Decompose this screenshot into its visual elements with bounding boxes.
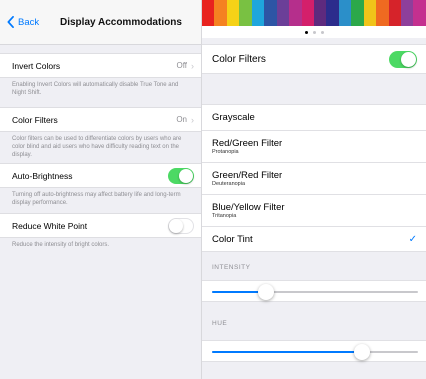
filter-option-title: Red/Green Filter <box>212 137 283 149</box>
color-stripe <box>202 0 215 26</box>
color-stripe <box>264 0 277 26</box>
invert-colors-footer: Enabling Invert Colors will automaticall… <box>12 82 179 96</box>
color-filters-switch-label: Color Filters <box>212 53 266 65</box>
color-stripe <box>251 0 265 26</box>
color-stripe <box>351 0 364 26</box>
hue-slider[interactable] <box>202 340 426 362</box>
auto-brightness-footer: Turning off auto-brightness may affect b… <box>12 192 181 206</box>
filter-option-green-red[interactable]: Green/Red Filter Deuteranopia <box>202 163 426 195</box>
page-dot[interactable] <box>304 30 308 34</box>
invert-colors-row[interactable]: Invert Colors Off › <box>0 53 201 78</box>
intensity-slider[interactable] <box>202 280 426 302</box>
invert-colors-label: Invert Colors <box>12 60 61 71</box>
hue-slider-thumb[interactable] <box>354 344 371 360</box>
intensity-slider-thumb[interactable] <box>257 284 274 300</box>
filter-option-subtitle: Tritanopia <box>212 212 237 219</box>
color-stripe <box>413 0 426 26</box>
filter-option-title: Blue/Yellow Filter <box>212 201 285 213</box>
color-stripe <box>326 0 339 26</box>
chevron-right-icon: › <box>191 114 194 125</box>
color-stripe <box>276 0 290 26</box>
color-stripe <box>401 0 414 26</box>
filter-option-color-tint[interactable]: Color Tint ✓ <box>202 227 426 252</box>
page-title: Display Accommodations <box>60 16 182 28</box>
checkmark-icon: ✓ <box>408 233 417 245</box>
color-filters-panel: Color Filters Grayscale Red/Green Filter… <box>201 0 426 379</box>
color-stripe <box>289 0 302 26</box>
color-stripe <box>214 0 227 26</box>
reduce-white-point-label: Reduce White Point <box>12 220 88 231</box>
chevron-right-icon: › <box>191 60 194 71</box>
auto-brightness-label: Auto-Brightness <box>12 170 73 181</box>
navigation-bar: Back Display Accommodations <box>0 0 201 45</box>
back-label: Back <box>18 16 40 28</box>
color-preview-image[interactable] <box>202 0 426 26</box>
filter-option-subtitle: Deuteranopia <box>212 180 246 187</box>
filter-option-title: Grayscale <box>212 112 255 123</box>
invert-colors-value: Off <box>176 61 187 70</box>
page-dot[interactable] <box>320 30 324 34</box>
reduce-white-point-toggle[interactable] <box>168 217 194 234</box>
filter-option-title: Green/Red Filter <box>212 169 283 181</box>
filter-option-grayscale[interactable]: Grayscale <box>202 104 426 131</box>
page-dot[interactable] <box>312 30 316 34</box>
color-stripe <box>239 0 252 26</box>
color-filters-toggle[interactable] <box>389 50 417 68</box>
color-stripe <box>301 0 314 26</box>
color-filters-label: Color Filters <box>12 114 58 125</box>
color-stripe <box>226 0 240 26</box>
reduce-white-point-row: Reduce White Point <box>0 213 201 238</box>
auto-brightness-toggle[interactable] <box>168 167 194 184</box>
color-stripe <box>313 0 327 26</box>
color-filters-value: On <box>176 115 187 124</box>
page-indicator[interactable] <box>202 26 426 38</box>
chevron-left-icon <box>7 16 14 28</box>
color-stripe <box>363 0 377 26</box>
color-stripe <box>338 0 352 26</box>
filter-option-blue-yellow[interactable]: Blue/Yellow Filter Tritanopia <box>202 195 426 227</box>
display-accommodations-panel: Back Display Accommodations Invert Color… <box>0 0 201 379</box>
filter-option-red-green[interactable]: Red/Green Filter Protanopia <box>202 131 426 163</box>
color-filters-row[interactable]: Color Filters On › <box>0 107 201 132</box>
reduce-white-point-footer: Reduce the intensity of bright colors. <box>12 242 110 248</box>
color-filters-switch-row: Color Filters <box>202 44 426 74</box>
filter-option-title: Color Tint <box>212 233 253 245</box>
color-stripe <box>388 0 401 26</box>
auto-brightness-row: Auto-Brightness <box>0 163 201 188</box>
color-filters-footer: Color filters can be used to differentia… <box>12 136 182 158</box>
color-stripe <box>376 0 389 26</box>
hue-header: HUE <box>212 320 228 327</box>
intensity-header: INTENSITY <box>212 264 251 271</box>
filter-option-subtitle: Protanopia <box>212 148 239 155</box>
back-button[interactable]: Back <box>6 16 39 28</box>
